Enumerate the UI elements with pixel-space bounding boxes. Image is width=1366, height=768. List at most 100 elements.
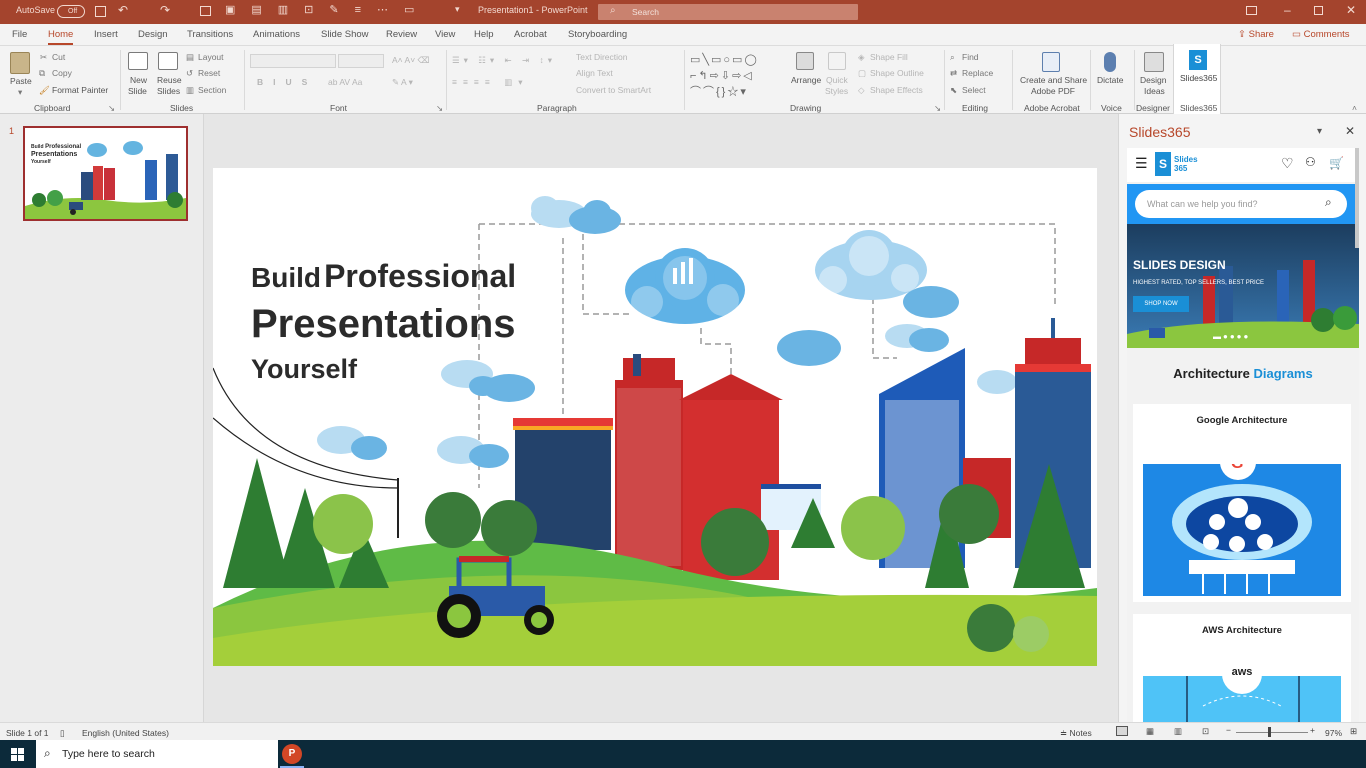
zoom-slider-thumb[interactable] [1268, 727, 1271, 737]
font-color-icons[interactable]: ✎ A ▾ [392, 77, 413, 88]
reuse-slides-button[interactable]: Reuse [157, 75, 182, 85]
new-slide-icon[interactable] [128, 52, 148, 70]
shape-outline-icon[interactable]: ▢ [858, 68, 866, 79]
autosave-toggle[interactable]: Off [57, 5, 85, 18]
site-search-input[interactable]: What can we help you find? ⌕ [1135, 190, 1347, 218]
reset-button[interactable]: Reset [198, 68, 220, 78]
copy-icon[interactable]: ⧉ [39, 68, 45, 79]
normal-view-icon[interactable] [1116, 726, 1128, 736]
font-launcher-icon[interactable]: ↘ [436, 103, 443, 114]
zoom-out-icon[interactable]: − [1226, 725, 1231, 735]
site-search-icon[interactable]: ⌕ [1325, 195, 1332, 210]
spacing-icons[interactable]: ab AV Aa [328, 77, 362, 87]
wishlist-heart-icon[interactable]: ♡ [1281, 155, 1294, 172]
share-button[interactable]: ⇪ Share [1238, 29, 1274, 40]
shape-outline-button[interactable]: Shape Outline [870, 68, 924, 78]
convert-smartart-button[interactable]: Convert to SmartArt [576, 85, 651, 95]
font-name-box[interactable] [250, 54, 336, 68]
menu-icon[interactable]: ☰ [1135, 155, 1148, 172]
reading-view-icon[interactable]: ▥ [1174, 726, 1182, 737]
product-card-aws[interactable]: AWS Architecture aws [1133, 614, 1351, 722]
font-size-box[interactable] [338, 54, 384, 68]
grow-font-icon[interactable]: A˄ A˅ ⌫ [392, 55, 430, 66]
paste-icon[interactable] [10, 52, 30, 74]
tab-animations[interactable]: Animations [253, 29, 300, 40]
cut-button[interactable]: Cut [52, 52, 65, 62]
dictate-button[interactable]: Dictate [1097, 75, 1123, 85]
tab-help[interactable]: Help [474, 29, 494, 40]
design-ideas-icon[interactable] [1144, 52, 1164, 72]
tab-transitions[interactable]: Transitions [187, 29, 233, 40]
paste-button[interactable]: Paste [10, 76, 32, 86]
taskbar-search-box[interactable]: ⌕ Type here to search [36, 740, 278, 768]
panel-close-icon[interactable]: ✕ [1345, 124, 1355, 138]
spellcheck-icon[interactable]: ▯ [60, 728, 65, 739]
slide-sorter-icon[interactable]: ▦ [1146, 726, 1154, 737]
close-icon[interactable]: ✕ [1346, 3, 1356, 17]
comments-button[interactable]: ▭ Comments [1292, 29, 1350, 40]
shape-fill-button[interactable]: Shape Fill [870, 52, 908, 62]
section-button[interactable]: Section [198, 85, 226, 95]
layout-icon[interactable]: ▤ [186, 52, 194, 63]
create-share-pdf-button[interactable]: Create and Share [1020, 75, 1087, 85]
shop-now-button[interactable]: SHOP NOW [1133, 296, 1189, 312]
slides365-ribbon-button[interactable]: S Slides365 Slides365 [1173, 44, 1221, 114]
replace-icon[interactable]: ⇄ [950, 68, 957, 79]
replace-button[interactable]: Replace [962, 68, 993, 78]
search-box[interactable]: ⌕ Search [598, 4, 858, 20]
quick-styles-button[interactable]: Quick [826, 75, 848, 85]
shape-fill-icon[interactable]: ◈ [858, 52, 865, 63]
zoom-level[interactable]: 97% [1325, 728, 1342, 738]
panel-options-icon[interactable]: ▾ [1317, 126, 1322, 137]
zoom-in-icon[interactable]: + [1310, 725, 1315, 735]
layout-button[interactable]: Layout [198, 52, 224, 62]
quick-styles-icon[interactable] [828, 52, 846, 70]
drawing-launcher-icon[interactable]: ↘ [934, 103, 941, 114]
text-direction-button[interactable]: Text Direction [576, 52, 628, 62]
cart-icon[interactable]: 🛒 [1329, 156, 1344, 170]
list-icons[interactable]: ☰▾ ☷▾ ⇤ ⇥ ↕▾ [452, 55, 556, 66]
select-icon[interactable]: ⬉ [950, 85, 957, 96]
align-text-button[interactable]: Align Text [576, 68, 613, 78]
slideshow-icon[interactable]: ⊡ [1202, 726, 1209, 737]
paste-dropdown-icon[interactable]: ▾ [18, 87, 22, 98]
section-icon[interactable]: ▥ [186, 85, 194, 96]
format-painter-button[interactable]: Format Painter [52, 85, 108, 95]
cut-icon[interactable]: ✂ [40, 52, 47, 63]
clipboard-launcher-icon[interactable]: ↘ [108, 103, 115, 114]
format-painter-icon[interactable]: 🖌 [39, 85, 50, 96]
tab-slide-show[interactable]: Slide Show [321, 29, 369, 40]
reuse-slides-icon[interactable] [158, 52, 178, 70]
font-format-icons[interactable]: BIUS [257, 77, 317, 87]
tab-insert[interactable]: Insert [94, 29, 118, 40]
promo-banner[interactable]: SLIDES DESIGN HIGHEST RATED, TOP SELLERS… [1127, 224, 1359, 348]
account-icon[interactable]: ⚇ [1305, 155, 1316, 169]
shape-effects-button[interactable]: Shape Effects [870, 85, 923, 95]
carousel-dots[interactable]: ▬●●●● [1213, 332, 1250, 341]
notes-button[interactable]: ≐ Notes [1060, 728, 1092, 739]
undo-icon[interactable]: ↶ [118, 3, 128, 17]
microphone-icon[interactable] [1104, 52, 1116, 72]
collapse-ribbon-icon[interactable]: ˄ [1352, 103, 1357, 113]
tab-home[interactable]: Home [48, 29, 74, 45]
select-button[interactable]: Select [962, 85, 986, 95]
slide-canvas[interactable]: Build Professional Presentations Yoursel… [213, 168, 1097, 666]
find-button[interactable]: Find [962, 52, 979, 62]
panel-scrollbar[interactable] [1355, 148, 1359, 248]
slide-thumbnail[interactable]: Build Professional Presentations Yoursel… [23, 126, 188, 221]
fit-slide-icon[interactable]: ⊞ [1350, 726, 1357, 737]
new-slide-button[interactable]: New [130, 75, 147, 85]
maximize-icon[interactable] [1314, 6, 1323, 15]
zoom-slider[interactable] [1236, 732, 1308, 733]
adobe-pdf-icon[interactable] [1042, 52, 1060, 72]
copy-button[interactable]: Copy [52, 68, 72, 78]
align-icons[interactable]: ≡≡≡≡ ▥▾ [452, 77, 529, 88]
reset-icon[interactable]: ↺ [186, 68, 193, 79]
shapes-gallery[interactable]: ▭╲▭○▭◯ ⌐↰⇨⇩⇨◁ ⌒⌒{}☆▾ [690, 52, 786, 98]
save-icon[interactable] [95, 6, 106, 17]
redo-icon[interactable]: ↷ [160, 3, 170, 17]
tab-view[interactable]: View [435, 29, 455, 40]
language-status[interactable]: English (United States) [82, 728, 169, 738]
powerpoint-taskbar-icon[interactable]: P [282, 744, 302, 764]
start-icon[interactable] [11, 748, 24, 761]
